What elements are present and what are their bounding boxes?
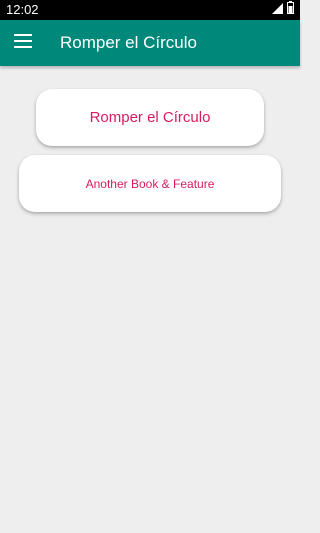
book-card-label: Romper el Círculo <box>89 109 211 126</box>
book-card-romper-el-circulo[interactable]: Romper el Círculo <box>36 89 264 146</box>
menu-button[interactable] <box>10 30 36 56</box>
hamburger-menu-icon <box>14 33 32 53</box>
app-bar: Romper el Círculo <box>0 20 300 66</box>
signal-icon <box>272 1 283 19</box>
book-card-another-book-feature[interactable]: Another Book & Feature <box>19 155 281 212</box>
status-icons <box>272 1 294 19</box>
status-bar: 12:02 <box>0 0 300 20</box>
app-title: Romper el Círculo <box>60 33 197 52</box>
book-card-label: Another Book & Feature <box>85 176 215 191</box>
battery-icon <box>287 1 294 19</box>
status-time: 12:02 <box>6 2 39 17</box>
